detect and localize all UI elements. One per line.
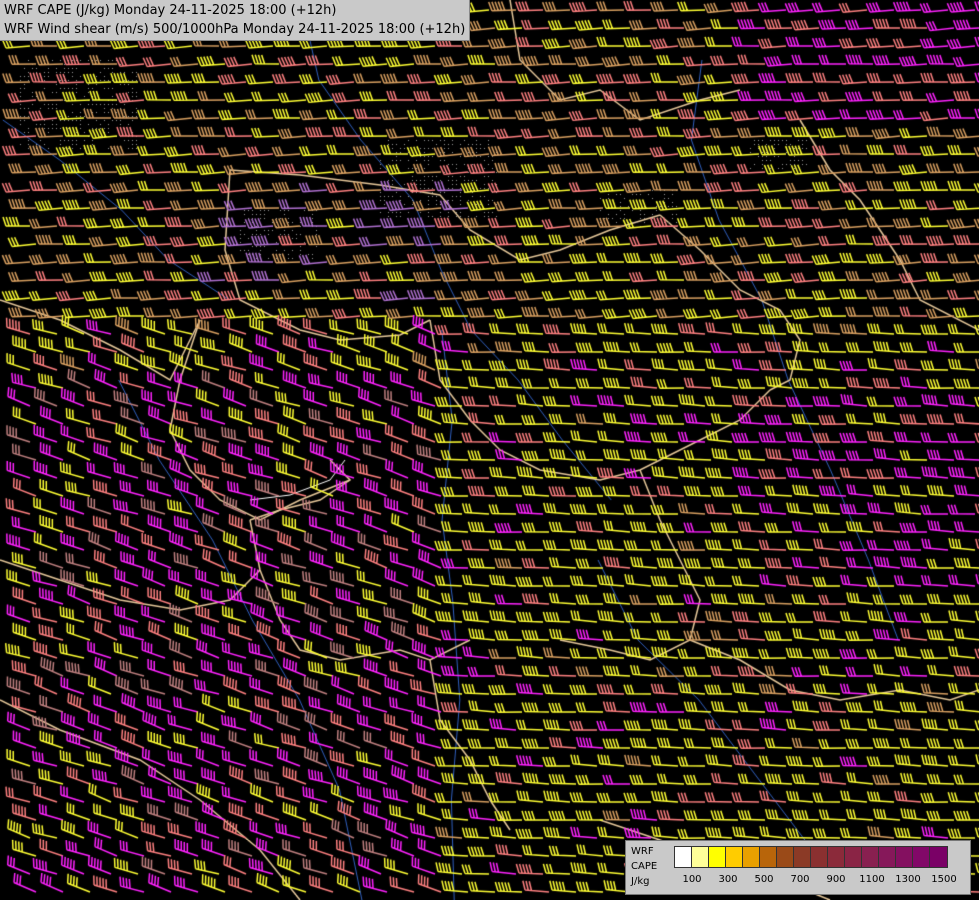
wind-shear-title: WRF Wind shear (m/s) 500/1000hPa Monday …: [4, 22, 466, 37]
legend-swatch: [828, 847, 845, 867]
legend-tick-label: 300: [718, 874, 738, 885]
legend-swatch: [675, 847, 692, 867]
legend-swatch: [845, 847, 862, 867]
legend-model-label: WRF: [631, 846, 654, 857]
legend-swatch: [743, 847, 760, 867]
legend-variable-label: CAPE: [631, 861, 658, 872]
legend-tick-label: 1300: [895, 874, 921, 885]
cape-title: WRF CAPE (J/kg) Monday 24-11-2025 18:00 …: [4, 3, 337, 18]
map-title-box: WRF CAPE (J/kg) Monday 24-11-2025 18:00 …: [0, 0, 471, 41]
legend-swatch: [913, 847, 930, 867]
legend-tick-label: 900: [826, 874, 846, 885]
legend-swatch: [811, 847, 828, 867]
legend-tick-label: 500: [754, 874, 774, 885]
legend-tick-label: 100: [682, 874, 702, 885]
cape-legend: WRF CAPE J/kg 100 300 500 700 900 1100 1300 150…: [625, 840, 971, 895]
map-canvas: [0, 0, 979, 900]
legend-tick-row: 100 300 500 700 900 1100 1300 1500: [674, 874, 964, 888]
legend-tick-label: 1500: [931, 874, 957, 885]
legend-swatch: [896, 847, 913, 867]
legend-swatch: [930, 847, 947, 867]
legend-swatch: [794, 847, 811, 867]
legend-swatch: [777, 847, 794, 867]
legend-swatch: [879, 847, 896, 867]
legend-tick-label: 1100: [859, 874, 885, 885]
legend-swatch: [726, 847, 743, 867]
legend-swatch: [692, 847, 709, 867]
legend-swatch: [760, 847, 777, 867]
legend-unit-label: J/kg: [631, 876, 650, 887]
legend-swatch: [862, 847, 879, 867]
legend-color-scale: [674, 846, 948, 868]
legend-tick-label: 700: [790, 874, 810, 885]
legend-swatch: [709, 847, 726, 867]
